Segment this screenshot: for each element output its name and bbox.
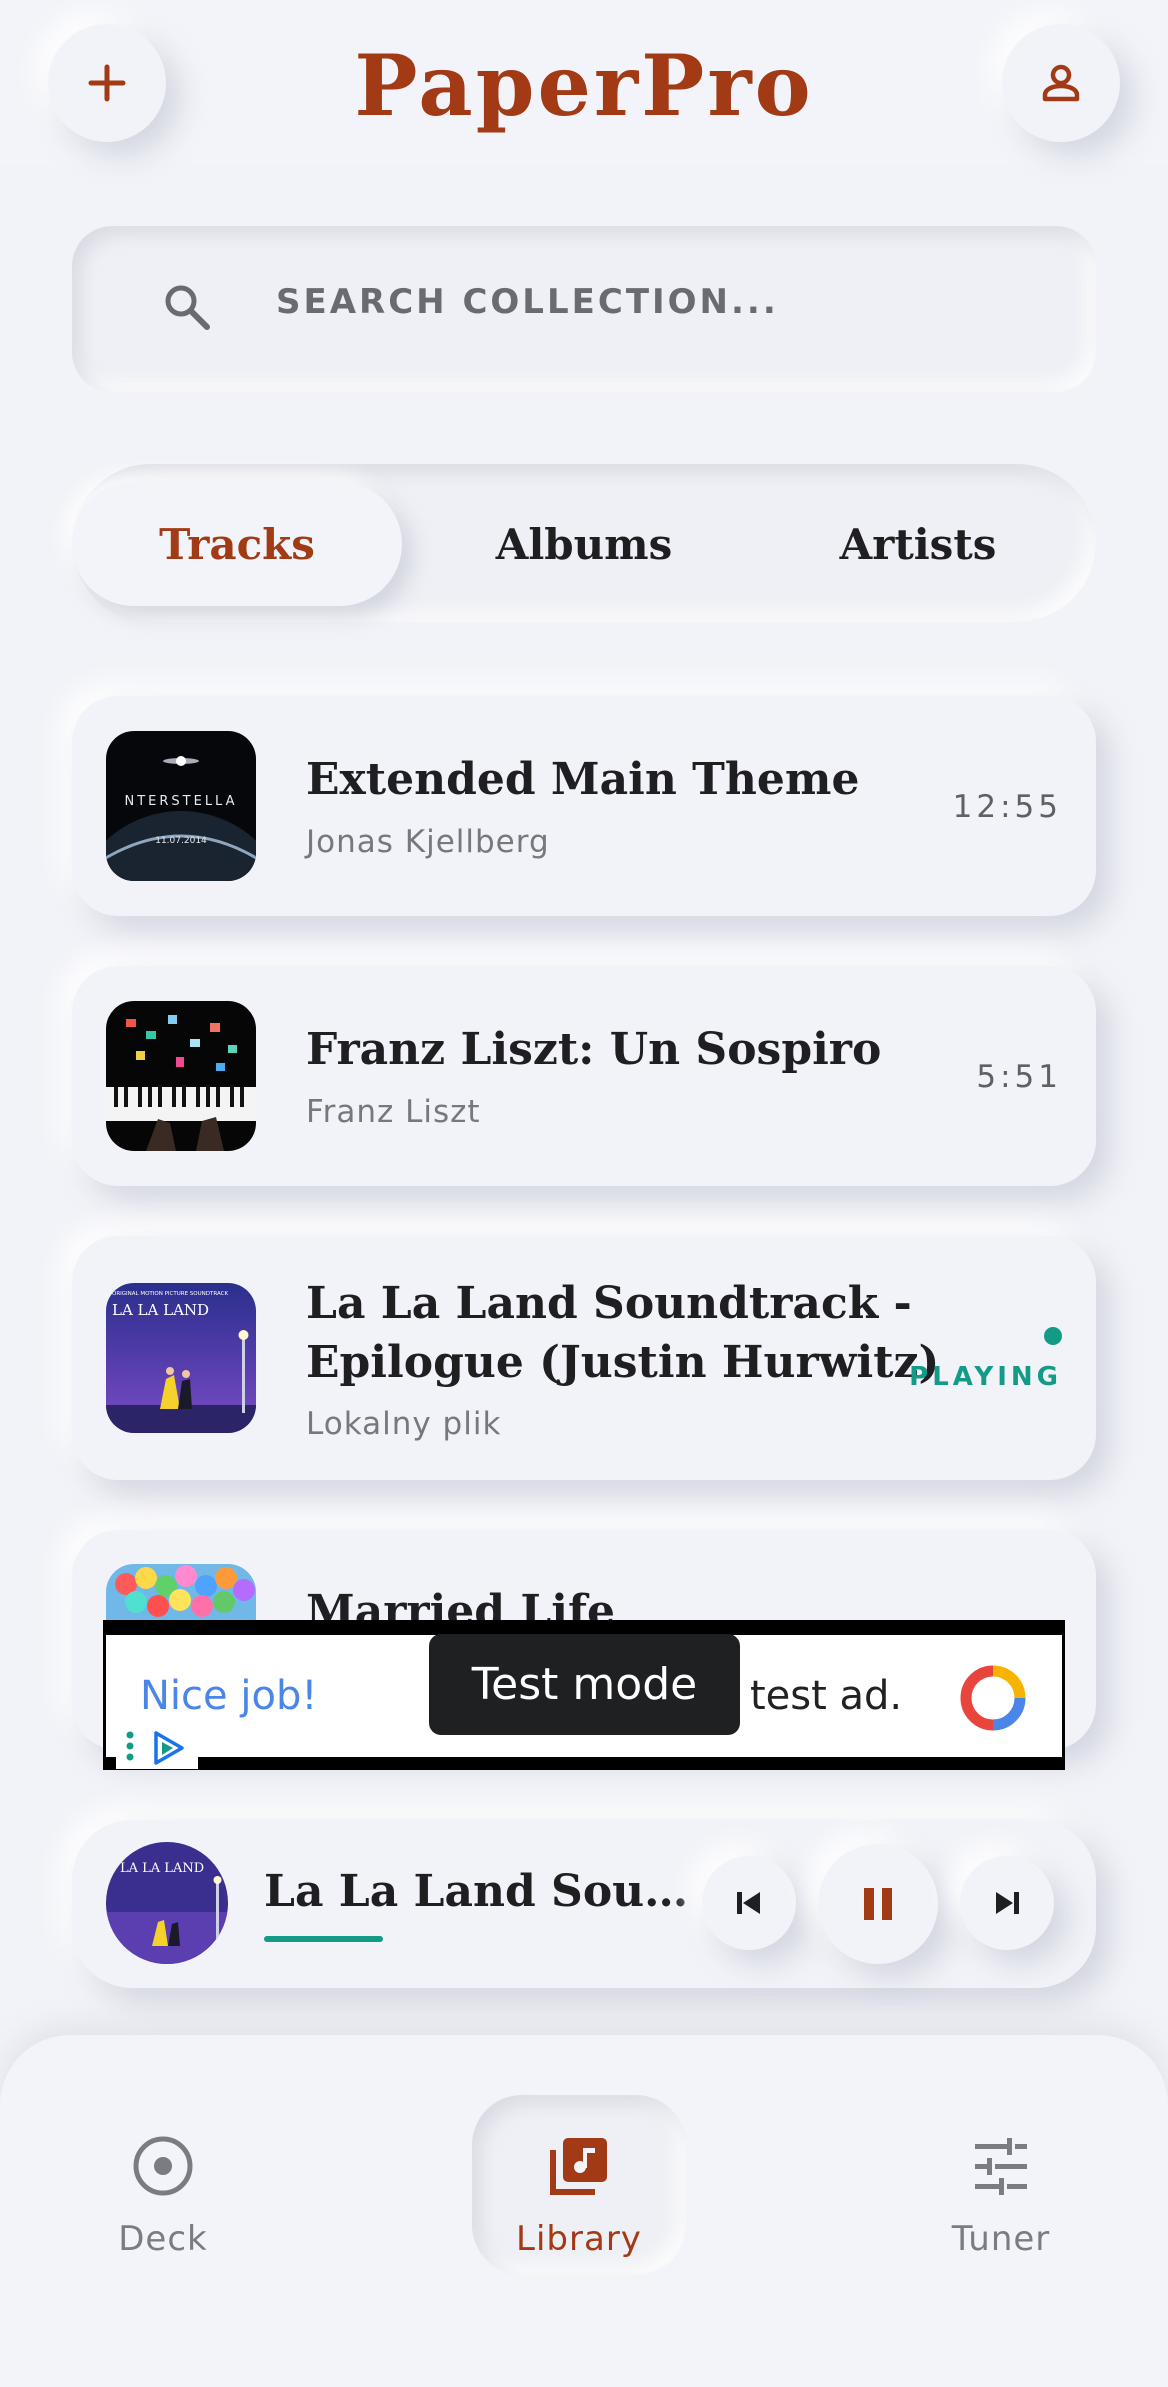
svg-text:NTERSTELLA: NTERSTELLA <box>125 794 238 809</box>
track-row[interactable]: Franz Liszt: Un Sospiro Franz Liszt 5:51 <box>72 966 1096 1186</box>
next-button[interactable] <box>960 1856 1054 1950</box>
nav-label: Deck <box>118 2219 208 2259</box>
tab-bar: Tracks Albums Artists <box>72 464 1096 622</box>
profile-button[interactable] <box>1002 24 1120 142</box>
skip-next-icon <box>996 1892 1019 1914</box>
search-icon <box>165 285 210 330</box>
player-progress-fill <box>264 1936 383 1942</box>
ad-choices-icon <box>126 1731 184 1765</box>
nav-label: Library <box>516 2219 642 2259</box>
svg-text:11.07.2014: 11.07.2014 <box>155 836 207 846</box>
player-progress-bar[interactable] <box>264 1936 704 1942</box>
nav-library[interactable]: Library <box>472 2095 686 2275</box>
album-art: NTERSTELLA 11.07.2014 <box>106 731 256 881</box>
svg-text:LA LA LAND: LA LA LAND <box>112 1301 209 1319</box>
library-music-icon <box>550 2138 607 2195</box>
skip-previous-icon <box>737 1892 760 1914</box>
pause-icon <box>864 1888 892 1920</box>
track-title: Extended Main Theme <box>306 754 860 805</box>
ad-logo-icon <box>960 1665 1026 1731</box>
track-artist: Lokalny plik <box>306 1406 502 1442</box>
nav-tuner[interactable]: Tuner <box>896 2095 1106 2275</box>
track-artist: Jonas Kjellberg <box>306 824 550 860</box>
svg-text:LA LA LAND: LA LA LAND <box>120 1861 204 1876</box>
track-title-line1: La La Land Soundtrack - <box>306 1278 912 1329</box>
ad-headline[interactable]: Nice job! <box>140 1673 317 1719</box>
ad-choices[interactable] <box>116 1725 198 1769</box>
player-album-art: LA LA LAND <box>106 1842 228 1964</box>
tab-artists[interactable]: Artists <box>753 482 1083 606</box>
bottom-navigation: Deck Library Tuner <box>0 2035 1168 2387</box>
track-row-playing[interactable]: ORIGINAL MOTION PICTURE SOUNDTRACK LA LA… <box>72 1236 1096 1480</box>
app-header: PaperPro <box>0 0 1168 165</box>
search-input[interactable] <box>276 270 1036 334</box>
album-art: ORIGINAL MOTION PICTURE SOUNDTRACK LA LA… <box>106 1283 256 1433</box>
tab-tracks[interactable]: Tracks <box>72 482 402 606</box>
playing-status: PLAYING <box>909 1362 1062 1392</box>
ad-body[interactable]: test ad. <box>750 1673 902 1719</box>
app-title: PaperPro <box>354 36 814 135</box>
svg-text:ORIGINAL MOTION PICTURE SOUNDT: ORIGINAL MOTION PICTURE SOUNDTRACK <box>112 1291 228 1297</box>
person-icon <box>1042 64 1080 102</box>
play-pause-button[interactable] <box>818 1844 938 1964</box>
playing-indicator-dot <box>1044 1327 1062 1345</box>
mini-player[interactable]: LA LA LAND La La Land Soundtr... <box>72 1820 1096 1988</box>
player-track-title: La La Land Soundtr... <box>264 1866 704 1917</box>
previous-button[interactable] <box>702 1856 796 1950</box>
disc-icon <box>133 2136 193 2196</box>
album-art <box>106 1001 256 1151</box>
track-title-line2: Epilogue (Justin Hurwitz) <box>306 1337 940 1388</box>
tab-albums[interactable]: Albums <box>419 482 749 606</box>
track-row[interactable]: NTERSTELLA 11.07.2014 Extended Main Them… <box>72 696 1096 916</box>
track-artist: Franz Liszt <box>306 1094 481 1130</box>
track-duration: 12:55 <box>952 789 1062 825</box>
nav-deck[interactable]: Deck <box>58 2095 268 2275</box>
track-title: Franz Liszt: Un Sospiro <box>306 1024 882 1075</box>
nav-label: Tuner <box>951 2219 1051 2259</box>
track-duration: 5:51 <box>976 1059 1062 1095</box>
test-mode-tooltip: Test mode <box>429 1634 740 1735</box>
tune-sliders-icon <box>975 2138 1027 2195</box>
